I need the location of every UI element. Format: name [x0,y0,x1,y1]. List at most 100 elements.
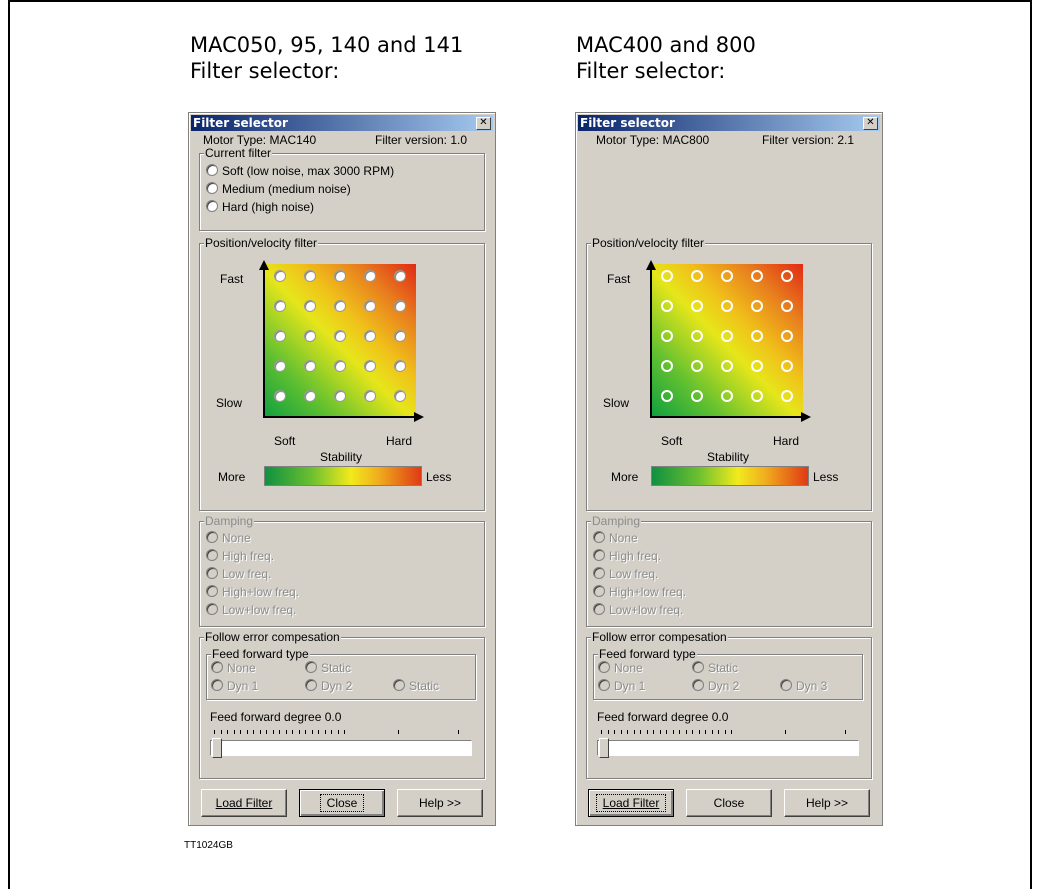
filter-grid-dot[interactable] [661,360,673,372]
ff-dyn1[interactable]: Dyn 1 [598,679,645,693]
filter-grid-dot[interactable] [751,270,763,282]
filter-grid-dot[interactable] [394,360,406,372]
radio-button[interactable] [305,661,317,673]
filter-grid-dot[interactable] [364,300,376,312]
filter-grid-dot[interactable] [364,360,376,372]
radio-button[interactable] [593,549,605,561]
feed-forward-slider[interactable] [210,740,472,756]
filter-grid-dot[interactable] [691,330,703,342]
filter-grid-dot[interactable] [721,300,733,312]
filter-grid-dot[interactable] [781,300,793,312]
filter-grid-dot[interactable] [364,270,376,282]
filter-grid-dot[interactable] [661,270,673,282]
help-button[interactable]: Help >> [397,789,483,817]
filter-grid-dot[interactable] [751,390,763,402]
radio-button[interactable] [593,585,605,597]
damping-low-freq[interactable]: Low freq. [206,567,271,581]
radio-button[interactable] [206,531,218,543]
radio-hard[interactable]: Hard (high noise) [206,200,314,214]
radio-button[interactable] [598,661,610,673]
filter-grid-dot[interactable] [691,390,703,402]
filter-grid-dot[interactable] [274,270,286,282]
filter-grid-dot[interactable] [334,360,346,372]
radio-button[interactable] [206,567,218,579]
close-button[interactable]: Close [686,789,772,817]
radio-button[interactable] [206,603,218,615]
filter-grid-dot[interactable] [691,360,703,372]
damping-high-freq[interactable]: High freq. [593,549,661,563]
damping-none[interactable]: None [593,531,638,545]
close-button[interactable]: Close [299,789,385,817]
filter-grid-dot[interactable] [781,390,793,402]
radio-button[interactable] [206,200,218,212]
filter-grid-dot[interactable] [304,270,316,282]
filter-grid-dot[interactable] [274,390,286,402]
slider-thumb[interactable] [599,738,609,758]
slider-thumb[interactable] [212,738,222,758]
filter-grid-dot[interactable] [721,360,733,372]
radio-button[interactable] [206,585,218,597]
damping-high-low[interactable]: High+low freq. [593,585,686,599]
damping-low-low[interactable]: Low+low freq. [206,603,296,617]
filter-grid-dot[interactable] [721,390,733,402]
radio-soft[interactable]: Soft (low noise, max 3000 RPM) [206,164,394,178]
filter-grid-dot[interactable] [304,300,316,312]
filter-grid-dot[interactable] [304,390,316,402]
damping-high-freq[interactable]: High freq. [206,549,274,563]
filter-grid-dot[interactable] [394,300,406,312]
load-filter-button[interactable]: Load Filter [201,789,287,817]
filter-grid-dot[interactable] [721,270,733,282]
ff-dyn2[interactable]: Dyn 2 [305,679,352,693]
radio-button[interactable] [692,661,704,673]
damping-high-low[interactable]: High+low freq. [206,585,299,599]
filter-grid-dot[interactable] [394,390,406,402]
radio-button[interactable] [206,182,218,194]
radio-button[interactable] [305,679,317,691]
radio-button[interactable] [780,679,792,691]
filter-grid-dot[interactable] [364,390,376,402]
close-icon[interactable]: ✕ [863,117,878,130]
filter-grid-dot[interactable] [334,270,346,282]
filter-grid-dot[interactable] [661,330,673,342]
filter-grid-dot[interactable] [274,300,286,312]
filter-grid-dot[interactable] [751,300,763,312]
filter-grid-dot[interactable] [274,360,286,372]
filter-grid-dot[interactable] [304,360,316,372]
filter-grid-dot[interactable] [364,330,376,342]
radio-button[interactable] [593,531,605,543]
load-filter-button[interactable]: Load Filter [588,789,674,817]
ff-dyn3[interactable]: Dyn 3 [780,679,827,693]
ff-none[interactable]: None [598,661,643,675]
filter-grid-dot[interactable] [721,330,733,342]
filter-grid-dot[interactable] [661,300,673,312]
radio-button[interactable] [598,679,610,691]
ff-static[interactable]: Static [305,661,351,675]
damping-low-low[interactable]: Low+low freq. [593,603,683,617]
filter-grid-dot[interactable] [691,270,703,282]
filter-grid-dot[interactable] [781,330,793,342]
filter-grid-dot[interactable] [334,300,346,312]
filter-grid-dot[interactable] [781,270,793,282]
filter-grid-dot[interactable] [274,330,286,342]
filter-grid-dot[interactable] [751,360,763,372]
filter-grid-dot[interactable] [751,330,763,342]
ff-static[interactable]: Static [692,661,738,675]
filter-grid-dot[interactable] [394,330,406,342]
radio-button[interactable] [393,679,405,691]
damping-low-freq[interactable]: Low freq. [593,567,658,581]
ff-dyn2[interactable]: Dyn 2 [692,679,739,693]
filter-grid-dot[interactable] [781,360,793,372]
damping-none[interactable]: None [206,531,251,545]
ff-dyn1[interactable]: Dyn 1 [211,679,258,693]
radio-button[interactable] [206,549,218,561]
radio-button[interactable] [211,661,223,673]
filter-grid-dot[interactable] [304,330,316,342]
ff-static-2[interactable]: Static [393,679,439,693]
radio-button[interactable] [206,164,218,176]
radio-medium[interactable]: Medium (medium noise) [206,182,351,196]
filter-grid-dot[interactable] [334,390,346,402]
ff-none[interactable]: None [211,661,256,675]
radio-button[interactable] [593,603,605,615]
help-button[interactable]: Help >> [784,789,870,817]
filter-grid-dot[interactable] [334,330,346,342]
